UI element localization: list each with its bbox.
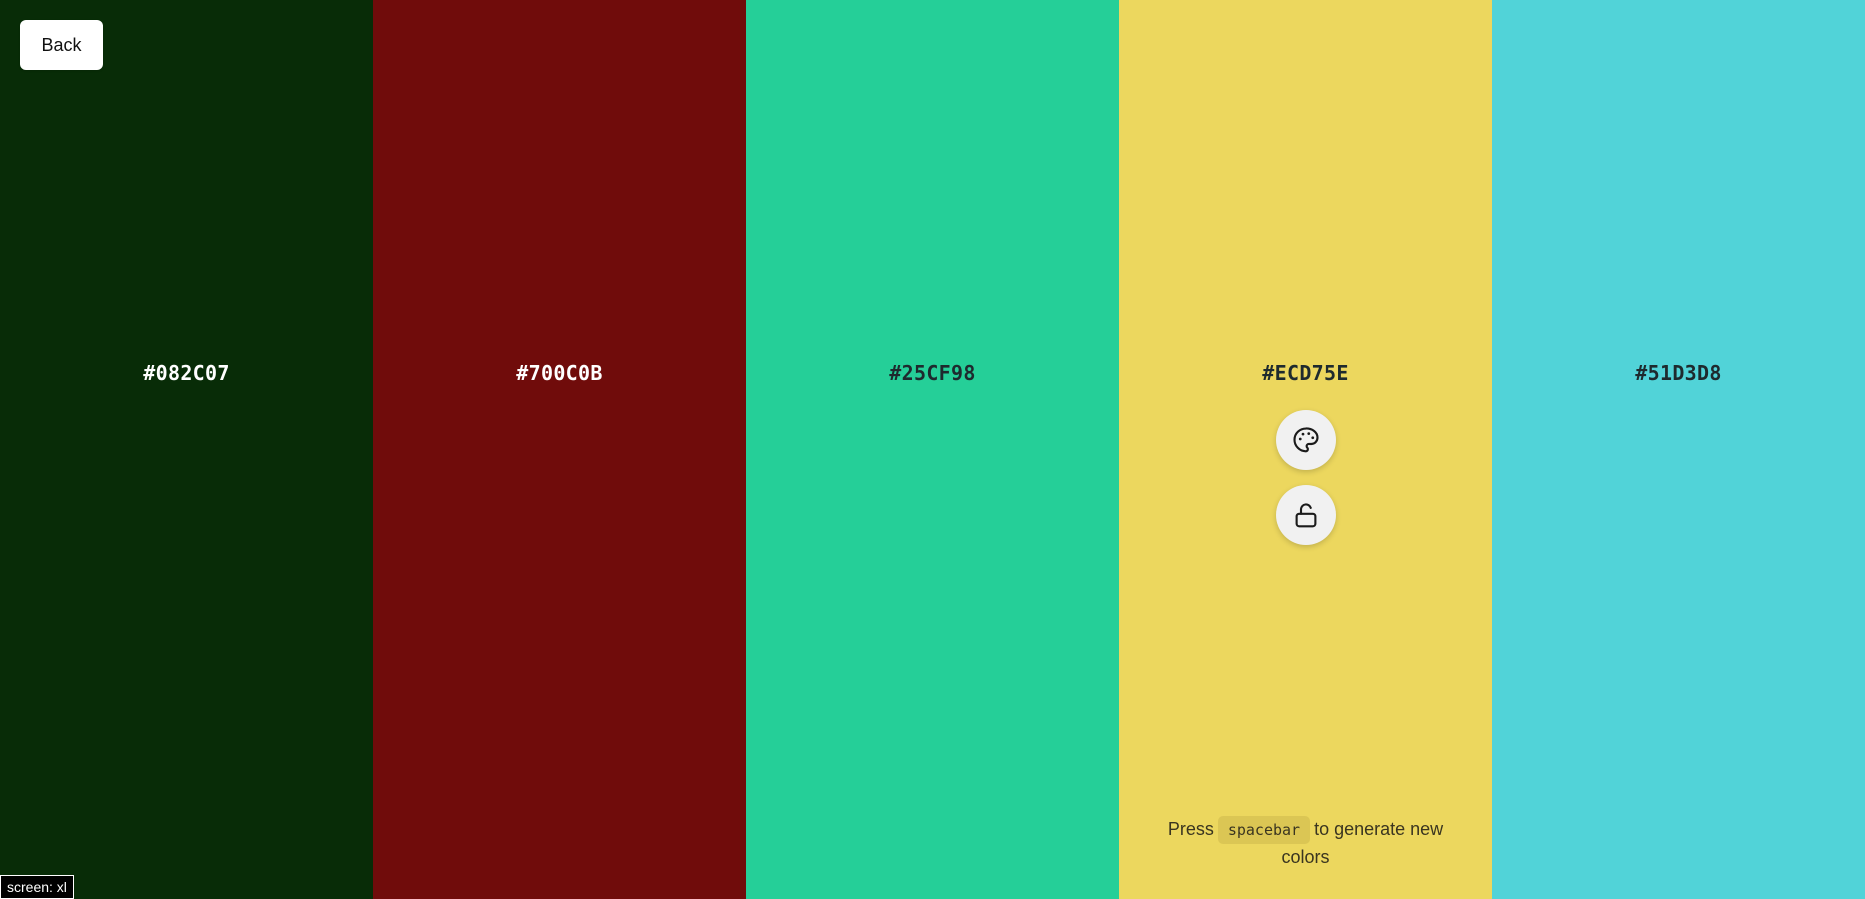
color-swatch-5[interactable]: #51D3D8 bbox=[1492, 0, 1865, 899]
screen-size-badge: screen: xl bbox=[0, 875, 74, 899]
back-button[interactable]: Back bbox=[20, 20, 103, 70]
spacebar-key: spacebar bbox=[1217, 816, 1311, 844]
color-picker-button[interactable] bbox=[1276, 410, 1336, 470]
unlock-icon bbox=[1291, 500, 1321, 530]
swatch-hex-code[interactable]: #082C07 bbox=[0, 360, 373, 386]
palette-icon bbox=[1291, 425, 1321, 455]
hint-prefix: Press bbox=[1167, 819, 1214, 839]
color-swatch-3[interactable]: #25CF98 bbox=[746, 0, 1119, 899]
color-swatch-2[interactable]: #700C0B bbox=[373, 0, 746, 899]
swatch-hex-code[interactable]: #25CF98 bbox=[746, 360, 1119, 386]
hint-suffix-line2: colors bbox=[1281, 847, 1330, 867]
swatch-hex-code[interactable]: #700C0B bbox=[373, 360, 746, 386]
hint-suffix: to generate new bbox=[1314, 819, 1444, 839]
swatch-hex-code[interactable]: #51D3D8 bbox=[1492, 360, 1865, 386]
color-swatch-1[interactable]: #082C07 bbox=[0, 0, 373, 899]
color-palette: Back #082C07 #700C0B #25CF98 #ECD75E Pre… bbox=[0, 0, 1865, 899]
swatch-hex-code[interactable]: #ECD75E bbox=[1119, 360, 1492, 386]
generate-hint: Press spacebar to generate new colors bbox=[1119, 816, 1492, 870]
color-swatch-4[interactable]: #ECD75E Press spacebar to generate new c… bbox=[1119, 0, 1492, 899]
lock-toggle-button[interactable] bbox=[1276, 485, 1336, 545]
